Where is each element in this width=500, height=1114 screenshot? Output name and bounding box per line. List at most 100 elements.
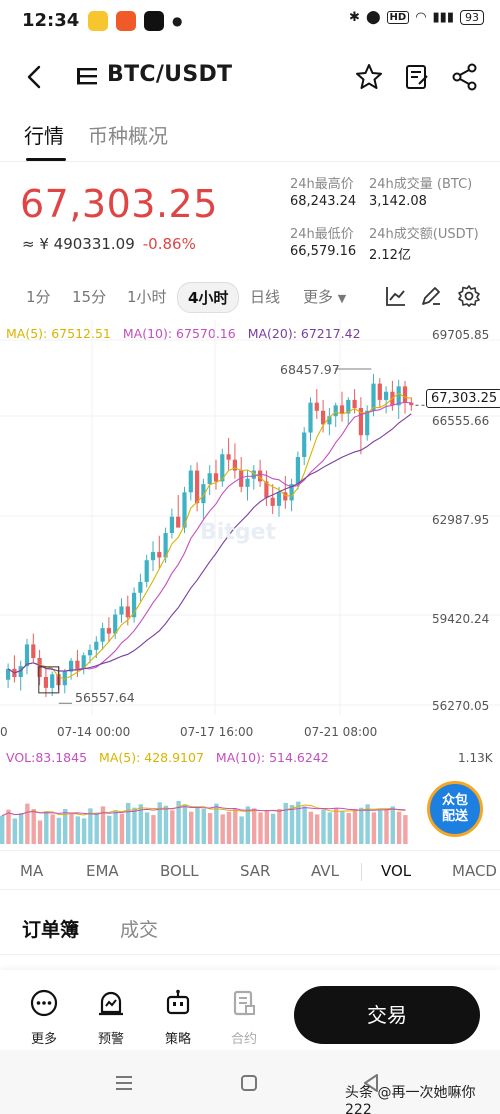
stat-label: 24h成交额(USDT) <box>369 227 479 242</box>
indicator-ma[interactable]: MA <box>20 862 43 880</box>
candle-body <box>207 473 212 485</box>
volume-bar <box>81 818 87 844</box>
volume-chart[interactable] <box>0 768 420 848</box>
timeframe-4h[interactable]: 4小时 <box>177 282 240 313</box>
indicator-avl[interactable]: AVL <box>311 862 339 880</box>
pair-title[interactable]: BTC/USDT <box>107 62 232 87</box>
x-axis-label: 0 <box>0 725 8 739</box>
bottom-more-label: 更多 <box>30 1032 57 1047</box>
indicator-divider <box>361 863 362 881</box>
candle-body <box>321 410 326 425</box>
contract-icon <box>233 990 255 1016</box>
timeframe-more[interactable]: 更多 ▼ <box>303 286 346 307</box>
tab-market[interactable]: 行情 <box>24 120 64 149</box>
alert-icon <box>99 991 123 1016</box>
stat-value: 3,142.08 <box>369 194 427 209</box>
volume-bar <box>144 812 150 844</box>
home-icon[interactable] <box>240 1074 258 1092</box>
settings-icon[interactable] <box>457 284 481 308</box>
volume-bar <box>302 806 307 844</box>
indicator-sar[interactable]: SAR <box>240 862 270 880</box>
back-arrow-icon[interactable] <box>20 62 50 92</box>
more-icon <box>30 989 58 1017</box>
volume-bar <box>371 812 377 844</box>
volume-bar <box>31 809 36 844</box>
timeframe-1m[interactable]: 1分 <box>26 286 51 307</box>
volume-bar <box>56 817 62 844</box>
robot-icon <box>166 989 190 1015</box>
trade-button[interactable]: 交易 <box>294 986 480 1044</box>
stat-value: 68,243.24 <box>290 194 357 209</box>
bottom-alert[interactable]: 预警 <box>86 988 136 1047</box>
candle-body <box>157 552 162 558</box>
chart-type-icon[interactable] <box>384 284 408 308</box>
indicator-boll[interactable]: BOLL <box>160 862 199 880</box>
crowdsource-delivery-button[interactable]: 众包 配送 <box>427 781 483 837</box>
volume-bar <box>37 820 43 844</box>
volume-bar <box>207 813 213 844</box>
vol-legend: VOL:83.1845 <box>6 750 88 765</box>
bottom-alert-label: 预警 <box>97 1032 124 1047</box>
candle-body <box>365 410 370 436</box>
candle-body <box>125 606 130 618</box>
x-axis-label: 07-17 16:00 <box>180 725 254 739</box>
volume-bar <box>270 813 276 844</box>
wifi-icon: ◠ <box>415 10 427 25</box>
indicator-macd[interactable]: MACD <box>452 862 497 880</box>
bottom-contract[interactable]: 合约 <box>219 988 269 1047</box>
volume-bar <box>25 803 30 844</box>
note-edit-icon[interactable] <box>402 62 432 92</box>
candle-body <box>169 516 174 534</box>
source-watermark: 头条 @再一次她嘛你222 <box>345 1085 476 1114</box>
indicator-ema[interactable]: EMA <box>86 862 119 880</box>
share-icon[interactable] <box>450 62 480 92</box>
timeframe-1d[interactable]: 日线 <box>250 286 280 307</box>
y-axis-label: 69705.85 <box>432 328 490 342</box>
volume-bar <box>113 810 118 844</box>
tab-trades[interactable]: 成交 <box>120 915 158 942</box>
candle-body <box>276 492 282 506</box>
timeframe-1h[interactable]: 1小时 <box>127 286 167 307</box>
y-axis-label: 66555.66 <box>432 414 490 428</box>
low-price-marker: 56557.64 <box>75 690 135 705</box>
volume-max-label: 1.13K <box>458 751 493 765</box>
volume-bar <box>94 812 99 844</box>
volume-bar <box>195 807 200 844</box>
tab-orderbook[interactable]: 订单簿 <box>22 915 79 942</box>
candle-body <box>339 405 345 414</box>
notification-app-icon <box>88 11 108 31</box>
menu-list-icon[interactable] <box>76 65 98 87</box>
recent-apps-icon[interactable] <box>114 1074 134 1092</box>
candle-body <box>270 497 275 506</box>
bottom-more[interactable]: 更多 <box>19 988 69 1047</box>
candle-body <box>106 628 111 634</box>
volume-bar <box>226 811 232 844</box>
page-tabs: 行情 币种概况 <box>0 120 500 162</box>
volume-bar <box>239 816 244 844</box>
draw-tool-icon[interactable] <box>419 284 443 308</box>
volume-bar <box>258 812 263 844</box>
volume-bar <box>333 808 339 844</box>
candle-body <box>75 660 80 669</box>
indicator-vol[interactable]: VOL <box>381 862 411 880</box>
volume-bar <box>233 809 238 844</box>
candle-body <box>371 383 376 411</box>
volume-bar <box>119 813 125 844</box>
tab-coin-overview[interactable]: 币种概况 <box>88 120 168 149</box>
volume-bar <box>75 816 80 844</box>
candle-body <box>24 644 30 667</box>
candle-body <box>195 470 200 504</box>
volume-bar <box>340 811 345 844</box>
bottom-strategy[interactable]: 策略 <box>153 988 203 1047</box>
volume-bar <box>277 809 282 844</box>
candle-body <box>87 649 93 656</box>
star-icon[interactable] <box>354 62 384 92</box>
volume-bar <box>359 807 364 844</box>
y-axis-label: 62987.95 <box>432 513 490 527</box>
volume-bar <box>6 809 11 844</box>
candle-body <box>176 516 181 528</box>
timeframe-15m[interactable]: 15分 <box>72 286 106 307</box>
candle-body <box>352 399 357 409</box>
bottom-contract-label: 合约 <box>230 1032 257 1047</box>
candle-body <box>50 674 55 688</box>
